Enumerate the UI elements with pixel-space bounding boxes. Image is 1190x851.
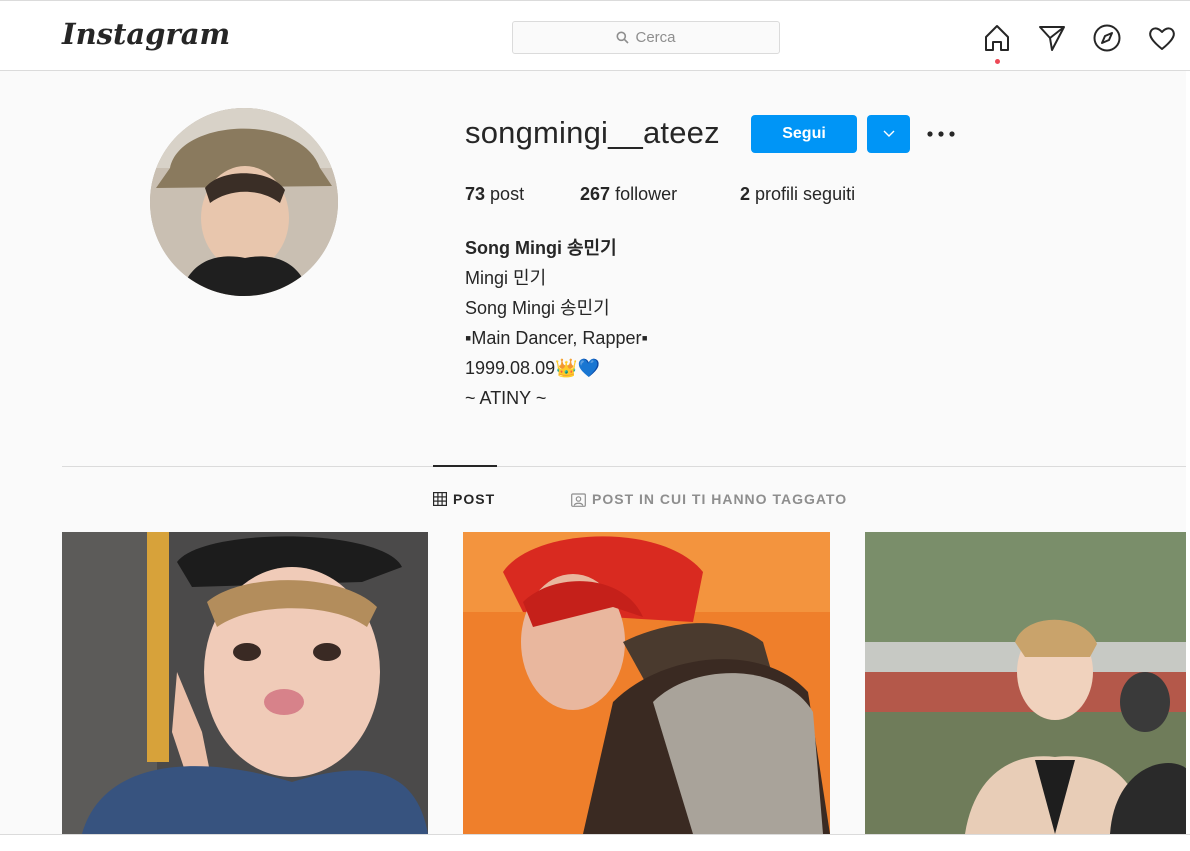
profile-avatar[interactable] (150, 108, 338, 296)
active-tab-indicator (433, 465, 497, 467)
more-dots-icon (927, 131, 955, 137)
activity-heart-icon[interactable] (1147, 23, 1177, 53)
direct-icon[interactable] (1037, 23, 1067, 53)
following-stat[interactable]: 2 profili seguiti (740, 184, 855, 205)
bio-line: 1999.08.09👑💙 (465, 358, 600, 378)
post-thumbnail[interactable] (463, 532, 830, 834)
tab-tagged-label: POST IN CUI TI HANNO TAGGATO (592, 491, 848, 507)
posts-count-stat: 73 post (465, 184, 524, 205)
post-thumbnail[interactable] (62, 532, 428, 834)
top-navigation-bar: Instagram Cerca (0, 0, 1190, 71)
search-icon (616, 31, 630, 44)
tab-posts[interactable]: POST (433, 491, 495, 507)
profile-username: songmingi__ateez (465, 115, 720, 150)
bio-line: ▪Main Dancer, Rapper▪ (465, 328, 648, 348)
grid-icon (433, 492, 447, 506)
tab-posts-label: POST (453, 491, 496, 507)
instagram-logo[interactable]: Instagram (62, 17, 230, 51)
tagged-icon (571, 492, 586, 507)
tab-tagged[interactable]: POST IN CUI TI HANNO TAGGATO (571, 491, 847, 507)
followers-stat[interactable]: 267 follower (580, 184, 677, 205)
bio-line: Song Mingi 송민기 (465, 298, 610, 318)
viewport-bottom-strip (0, 835, 1190, 851)
tabs-divider (62, 466, 1190, 467)
home-icon[interactable] (982, 23, 1012, 53)
profile-full-name: Song Mingi 송민기 (465, 238, 617, 258)
posts-count: 73 (465, 184, 486, 204)
explore-icon[interactable] (1092, 23, 1122, 53)
bio-line: Mingi 민기 (465, 268, 547, 288)
followers-count: 267 (580, 184, 611, 204)
follow-button[interactable]: Segui (751, 115, 857, 153)
suggested-accounts-button[interactable] (867, 115, 910, 153)
followers-label: follower (615, 184, 678, 204)
post-thumbnail[interactable] (865, 532, 1190, 834)
bio-line: ~ ATINY ~ (465, 388, 547, 408)
profile-bio: Song Mingi 송민기 Mingi 민기 Song Mingi 송민기 ▪… (465, 233, 648, 413)
chevron-down-icon (883, 130, 894, 137)
following-label: profili seguiti (755, 184, 856, 204)
search-input[interactable]: Cerca (512, 21, 780, 54)
search-placeholder: Cerca (635, 29, 676, 46)
notification-dot (995, 59, 1000, 64)
posts-label: post (490, 184, 525, 204)
following-count: 2 (740, 184, 751, 204)
scrollbar-track[interactable] (1186, 71, 1190, 834)
more-options-button[interactable] (926, 121, 956, 147)
